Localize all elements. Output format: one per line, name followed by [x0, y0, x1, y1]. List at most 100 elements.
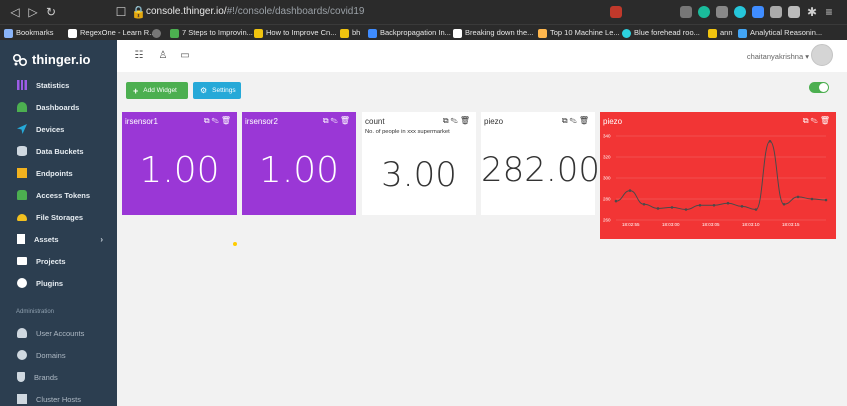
database-icon [17, 146, 27, 156]
dashboard-list-icon[interactable]: ☷ [133, 50, 145, 62]
data-point[interactable] [824, 198, 828, 202]
extension-icon[interactable] [698, 6, 710, 18]
bookmark-item[interactable]: bh [340, 25, 360, 40]
sidebar-item-brands[interactable]: Brands [0, 366, 117, 388]
extension-icon[interactable] [734, 6, 746, 18]
extension-icon[interactable] [770, 6, 782, 18]
data-point[interactable] [726, 201, 730, 205]
data-point[interactable] [614, 199, 618, 203]
app-window: ◁ ▷ ↻ ☐ 🔒 console.thinger.io/#!/console/… [0, 0, 847, 406]
sidebar-item-data-buckets[interactable]: Data Buckets [0, 140, 117, 162]
sidebar-item-devices[interactable]: Devices [0, 118, 117, 140]
edit-icon[interactable]: ✎ [451, 116, 460, 125]
site-icon [368, 28, 377, 38]
sidebar-item-access-tokens[interactable]: Access Tokens [0, 184, 117, 206]
copy-icon[interactable]: ⧉ [562, 116, 570, 125]
data-point[interactable] [768, 139, 772, 143]
trash-icon[interactable]: 🗑 [579, 116, 591, 125]
x-tick-label: 18:02:55 [622, 222, 640, 227]
data-point[interactable] [698, 204, 702, 207]
add-widget-button[interactable]: + Add Widget [126, 82, 188, 99]
sidebar-item-statistics[interactable]: Statistics [0, 74, 117, 96]
widget-title: irsensor2 [245, 117, 278, 126]
logo-text: thinger.io [32, 52, 91, 67]
bookmark-star-icon[interactable]: ☐ [114, 4, 128, 20]
sidebar-item-label: Brands [34, 372, 58, 382]
shield-icon [17, 372, 25, 382]
data-point[interactable] [642, 202, 646, 206]
data-point[interactable] [754, 208, 758, 211]
edit-icon[interactable]: ✎ [570, 116, 579, 125]
copy-icon[interactable]: ⧉ [323, 116, 331, 125]
data-point[interactable] [712, 204, 716, 207]
data-point[interactable] [628, 189, 632, 192]
sidebar-item-assets[interactable]: Assets › [0, 228, 117, 250]
settings-button[interactable]: ⚙ Settings [193, 82, 241, 99]
sidebar-item-file-storages[interactable]: File Storages [0, 206, 117, 228]
user-icon[interactable]: ♙ [157, 50, 169, 62]
avatar[interactable] [811, 44, 833, 66]
regexone-icon [68, 28, 77, 38]
y-tick-label: 260 [603, 218, 611, 223]
data-point[interactable] [796, 195, 800, 199]
bookmark-item[interactable]: 7 Steps to Improvin... [170, 25, 253, 40]
extension-icon[interactable] [788, 6, 800, 18]
edit-icon[interactable]: ✎ [212, 116, 221, 125]
sidebar-item-cluster-hosts[interactable]: Cluster Hosts [0, 388, 117, 406]
sidebar-item-projects[interactable]: Projects [0, 250, 117, 272]
thinger-logo-icon [12, 53, 28, 66]
bookmark-item[interactable]: Breaking down the... [453, 25, 533, 40]
sidebar-item-domains[interactable]: Domains [0, 344, 117, 366]
extension-icon[interactable] [716, 6, 728, 18]
reload-icon[interactable]: ↻ [44, 4, 58, 20]
widget-irsensor1: irsensor1 ⧉✎🗑 1.00 [122, 112, 237, 215]
x-tick-label: 18:03:00 [662, 222, 680, 227]
bookmark-item[interactable] [152, 25, 161, 40]
copy-icon[interactable]: ⧉ [204, 116, 212, 125]
data-point[interactable] [740, 205, 744, 208]
widget-piezo: piezo ⧉✎🗑 282.00 [481, 112, 600, 215]
back-icon[interactable]: ◁ [8, 4, 22, 20]
sidebar-item-label: Data Buckets [36, 146, 84, 156]
extension-icon[interactable] [610, 6, 622, 18]
extension-icon[interactable] [680, 6, 692, 18]
logo[interactable]: thinger.io [12, 52, 91, 67]
bookmark-item[interactable]: RegexOne - Learn R... [68, 25, 155, 40]
widget-value: 3.00 [381, 155, 457, 195]
data-point[interactable] [810, 197, 814, 201]
trash-icon[interactable]: 🗑 [340, 116, 352, 125]
data-point[interactable] [670, 206, 674, 209]
sidebar-item-user-accounts[interactable]: User Accounts [0, 322, 117, 344]
sidebar-item-plugins[interactable]: Plugins [0, 272, 117, 294]
trash-icon[interactable]: 🗑 [221, 116, 233, 125]
extension-icon[interactable] [752, 6, 764, 18]
bookmark-item[interactable]: Top 10 Machine Le... [538, 25, 620, 40]
bookmark-item[interactable]: Backpropagation In... [368, 25, 451, 40]
data-point[interactable] [684, 208, 688, 211]
folder-icon[interactable]: ▭ [179, 50, 191, 62]
sidebar-item-dashboards[interactable]: Dashboards [0, 96, 117, 118]
bookmark-item[interactable]: ann [708, 25, 733, 40]
bookmark-item[interactable]: Blue forehead roo... [622, 25, 700, 40]
copy-icon[interactable]: ⧉ [443, 116, 451, 125]
user-menu[interactable]: chaitanyakrishna ▾ [747, 52, 809, 61]
bookmark-item[interactable]: Bookmarks [4, 25, 54, 40]
widget-title: count [365, 117, 385, 126]
forward-icon[interactable]: ▷ [26, 4, 40, 20]
puzzle-icon[interactable]: ✱ [805, 4, 819, 20]
data-point[interactable] [782, 202, 786, 206]
sidebar-item-label: Domains [36, 350, 66, 360]
bookmark-item[interactable]: How to Improve Cn... [254, 25, 336, 40]
add-widget-label: Add Widget [143, 87, 177, 94]
cursor-dot [233, 242, 237, 246]
bookmark-item[interactable]: Analytical Reasonin... [738, 25, 822, 40]
menu-icon[interactable]: ≡ [822, 4, 836, 20]
data-point[interactable] [656, 207, 660, 210]
chevron-right-icon[interactable]: › [100, 235, 103, 244]
url-field[interactable]: console.thinger.io/#!/console/dashboards… [146, 4, 365, 20]
edit-mode-toggle[interactable] [809, 82, 829, 93]
trash-icon[interactable]: 🗑 [460, 116, 472, 125]
bookmark-label: bh [352, 28, 361, 37]
sidebar-item-endpoints[interactable]: Endpoints [0, 162, 117, 184]
edit-icon[interactable]: ✎ [331, 116, 340, 125]
